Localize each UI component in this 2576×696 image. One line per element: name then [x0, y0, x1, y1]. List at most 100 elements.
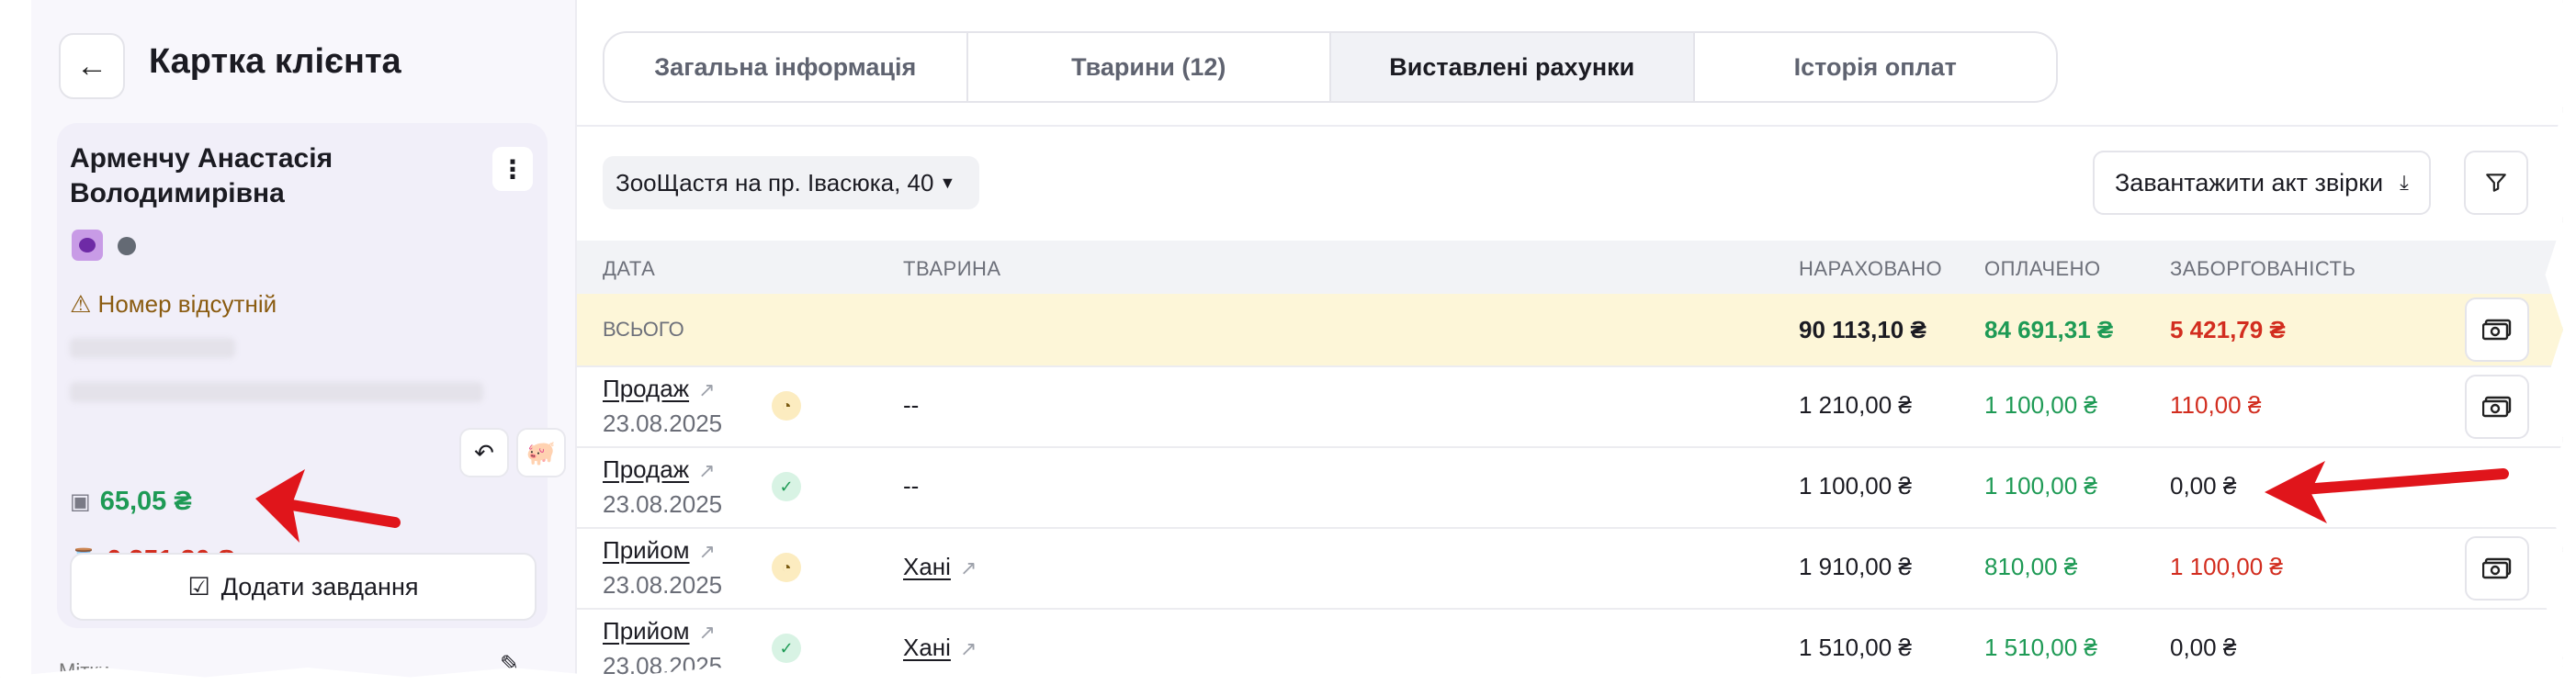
total-debt: 5 421,79 ₴ — [2170, 316, 2286, 343]
invoice-type-link[interactable]: Продаж ↗ — [603, 375, 716, 403]
invoice-type-link[interactable]: Прийом ↗ — [603, 536, 716, 565]
undo-icon: ↶ — [474, 438, 494, 466]
tab-payment-history[interactable]: Історія оплат — [1695, 33, 2057, 101]
invoice-type[interactable]: Прийом — [603, 617, 690, 645]
tag-dot-icon — [79, 238, 96, 253]
no-phone-text: Номер відсутній — [97, 290, 277, 318]
external-link-icon[interactable]: ↗ — [960, 637, 977, 661]
client-tag-purple[interactable] — [72, 230, 103, 261]
tab-invoices[interactable]: Виставлені рахунки — [1331, 33, 1695, 101]
edit-labels-icon[interactable]: ✎ — [500, 650, 520, 678]
invoice-date: 23.08.2025 — [603, 571, 723, 599]
external-link-icon[interactable]: ↗ — [699, 621, 716, 645]
download-reconciliation-label: Завантажити акт звірки — [2115, 168, 2384, 196]
filter-button[interactable] — [2464, 151, 2528, 215]
warning-icon: ⚠ — [70, 290, 92, 318]
external-link-icon[interactable]: ↗ — [699, 540, 716, 564]
redacted-email — [70, 338, 235, 358]
download-reconciliation-button[interactable]: Завантажити акт звірки ⤓ — [2093, 151, 2431, 215]
main-content: Загальна інформація Тварини (12) Виставл… — [577, 0, 2563, 679]
balance-row: ▣ 65,05 ₴ — [70, 487, 192, 517]
clinic-select[interactable]: ЗооЩастя на пр. Івасюка, 40 ▼ — [603, 156, 980, 209]
invoice-type-link[interactable]: Продаж ↗ — [603, 455, 716, 484]
tab-animals[interactable]: Тварини (12) — [968, 33, 1331, 101]
tab-general-info[interactable]: Загальна інформація — [604, 33, 968, 101]
animal-name[interactable]: Хані — [903, 634, 951, 661]
kebab-menu-icon: ⋮ — [500, 154, 525, 184]
charged-amount: 1 510,00 ₴ — [1799, 634, 1912, 661]
invoice-date: 23.08.2025 — [603, 652, 723, 679]
total-row: ВСЬОГО 90 113,10 ₴ 84 691,31 ₴ 5 421,79 … — [577, 294, 2563, 367]
download-icon: ⤓ — [2400, 171, 2409, 194]
invoice-type[interactable]: Продаж — [603, 375, 689, 402]
charged-amount: 1 910,00 ₴ — [1799, 553, 1912, 580]
labels-heading: Мітки — [59, 659, 110, 682]
cash-icon — [2482, 557, 2512, 579]
total-paid: 84 691,31 ₴ — [1984, 316, 2114, 343]
charged-amount: 1 100,00 ₴ — [1799, 472, 1912, 500]
add-task-label: Додати завдання — [220, 572, 419, 601]
col-paid: ОПЛАЧЕНО — [1984, 257, 2101, 280]
divider — [577, 125, 2563, 127]
paid-amount: 1 100,00 ₴ — [1984, 472, 2097, 500]
piggy-bank-button[interactable]: 🐖 — [516, 428, 566, 477]
client-panel: ← Картка клієнта Арменчу Анастасія Волод… — [31, 0, 577, 682]
client-balance: 65,05 ₴ — [99, 487, 192, 516]
invoice-date: 23.08.2025 — [603, 490, 723, 518]
charged-amount: 1 210,00 ₴ — [1799, 391, 1912, 419]
col-debt: ЗАБОРГОВАНІСТЬ — [2170, 257, 2356, 280]
invoice-type[interactable]: Прийом — [603, 536, 690, 564]
table-header: ДАТА ТВАРИНА НАРАХОВАНО ОПЛАЧЕНО ЗАБОРГО… — [577, 241, 2563, 294]
arrow-left-icon: ← — [76, 48, 107, 84]
client-tag-grey[interactable] — [118, 237, 136, 255]
animal-name: -- — [903, 391, 920, 419]
partial-payment-icon: ◔ — [772, 391, 801, 421]
table-row: Прийом ↗ 23.08.2025 ◔ Хані ↗ 1 910,00 ₴ 81… — [577, 527, 2563, 610]
paid-check-icon: ✓ — [772, 634, 801, 663]
external-link-icon[interactable]: ↗ — [960, 556, 977, 580]
animal-name[interactable]: Хані — [903, 553, 951, 580]
invoice-date: 23.08.2025 — [603, 410, 723, 437]
pay-all-button[interactable] — [2465, 297, 2529, 362]
back-button[interactable]: ← — [59, 33, 125, 99]
animal-link[interactable]: Хані ↗ — [903, 634, 977, 662]
col-date: ДАТА — [603, 257, 656, 280]
debt-amount: 0,00 ₴ — [2170, 634, 2237, 661]
redacted-address — [70, 382, 483, 402]
debt-amount: 0,00 ₴ — [2170, 472, 2237, 500]
external-link-icon[interactable]: ↗ — [698, 459, 715, 483]
paid-amount: 1 510,00 ₴ — [1984, 634, 2097, 661]
pay-invoice-button[interactable] — [2465, 375, 2529, 439]
piggy-bank-icon: 🐖 — [525, 438, 557, 466]
page-title: Картка клієнта — [149, 42, 401, 81]
caret-down-icon: ▼ — [939, 173, 956, 192]
partial-payment-icon: ◔ — [772, 553, 801, 582]
total-label: ВСЬОГО — [603, 318, 684, 341]
debt-amount: 1 100,00 ₴ — [2170, 553, 2283, 580]
paid-amount: 1 100,00 ₴ — [1984, 391, 2097, 419]
tabs-bar: Загальна інформація Тварини (12) Виставл… — [603, 31, 2058, 103]
table-row: Продаж ↗ 23.08.2025 ◔ -- 1 210,00 ₴ 1 100… — [577, 365, 2563, 448]
cash-icon — [2482, 319, 2512, 341]
client-name: Арменчу Анастасія Володимирівна — [70, 143, 333, 208]
wallet-icon: ▣ — [70, 489, 91, 514]
col-charged: НАРАХОВАНО — [1799, 257, 1943, 280]
invoice-type[interactable]: Продаж — [603, 455, 689, 483]
paid-check-icon: ✓ — [772, 472, 801, 501]
table-row: Продаж ↗ 23.08.2025 ✓ -- 1 100,00 ₴ 1 100… — [577, 446, 2563, 529]
clinic-select-value: ЗооЩастя на пр. Івасюка, 40 — [616, 168, 934, 196]
table-row: Прийом ↗ 23.08.2025 ✓ Хані ↗ 1 510,00 ₴ 1 … — [577, 608, 2563, 679]
more-options-button[interactable]: ⋮ — [492, 147, 533, 191]
external-link-icon[interactable]: ↗ — [698, 378, 715, 402]
col-animal: ТВАРИНА — [903, 257, 1001, 280]
pay-invoice-button[interactable] — [2465, 536, 2529, 601]
cash-icon — [2482, 396, 2512, 418]
filter-icon — [2486, 174, 2506, 192]
invoice-type-link[interactable]: Прийом ↗ — [603, 617, 716, 645]
app-window: ← Картка клієнта Арменчу Анастасія Волод… — [0, 0, 2563, 682]
no-phone-warning: ⚠ Номер відсутній — [70, 290, 277, 319]
refund-button[interactable]: ↶ — [459, 428, 509, 477]
add-task-button[interactable]: ☑ Додати завдання — [70, 553, 537, 621]
animal-name: -- — [903, 472, 920, 500]
animal-link[interactable]: Хані ↗ — [903, 553, 977, 581]
